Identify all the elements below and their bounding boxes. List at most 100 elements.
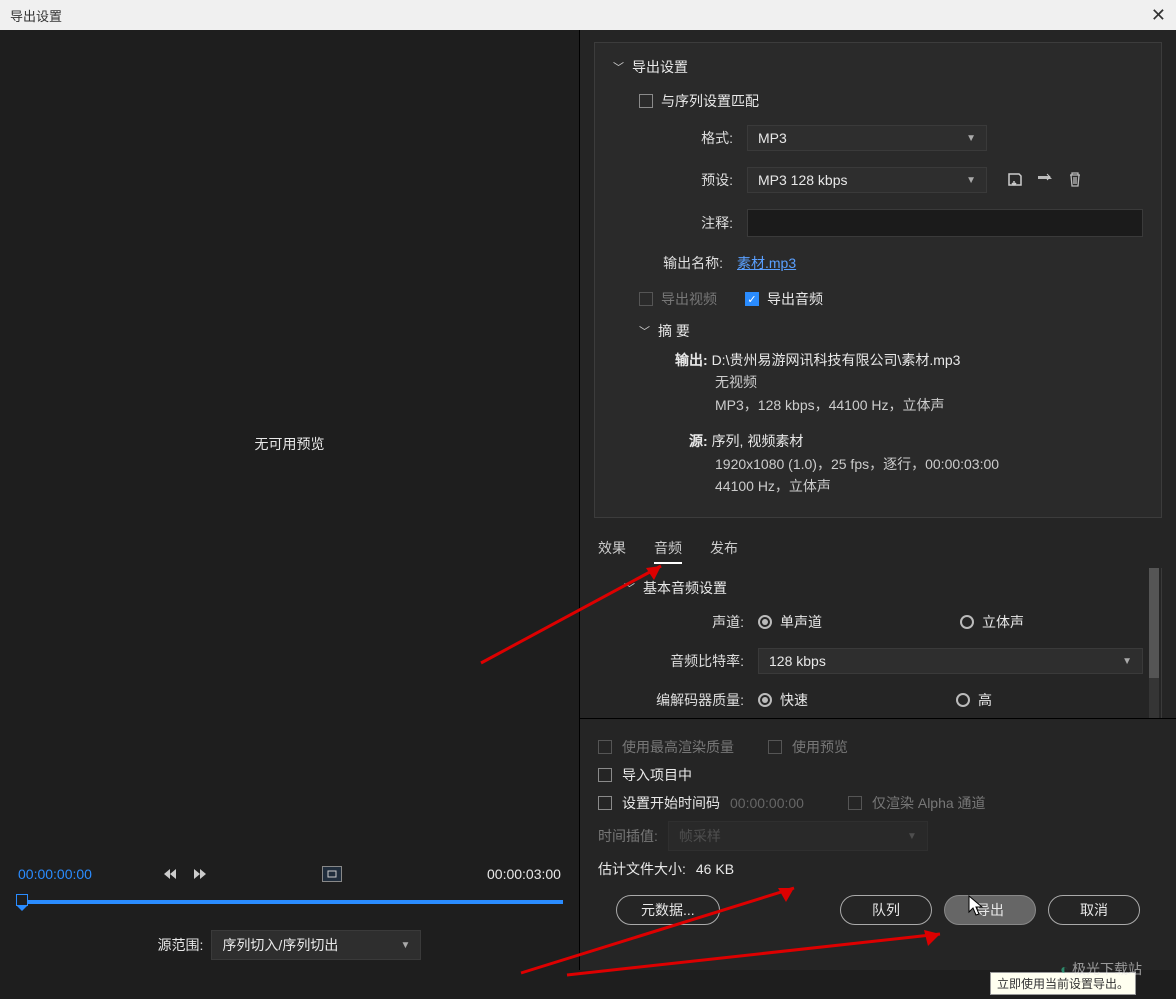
summary-output-label: 输出: [675, 352, 708, 368]
export-section-header[interactable]: ﹀ 导出设置 [613, 57, 1143, 77]
match-sequence-row[interactable]: 与序列设置匹配 [639, 91, 1143, 111]
playhead-icon[interactable] [16, 894, 28, 910]
bitrate-value: 128 kbps [769, 653, 826, 669]
start-tc-label: 设置开始时间码 [622, 793, 720, 813]
format-value: MP3 [758, 130, 787, 146]
metadata-button[interactable]: 元数据... [616, 895, 720, 925]
save-preset-icon[interactable] [1005, 170, 1025, 190]
channels-label: 声道: [644, 612, 744, 632]
export-video-row: 导出视频 [639, 289, 717, 309]
export-audio-checkbox[interactable]: ✓ [745, 292, 759, 306]
audio-section-title: 基本音频设置 [643, 578, 727, 598]
source-range-value: 序列切入/序列切出 [222, 935, 338, 955]
chevron-down-icon: ﹀ [639, 323, 650, 339]
cursor-icon [968, 895, 984, 917]
format-select[interactable]: MP3 ▼ [747, 125, 987, 151]
summary-source-label: 源: [689, 433, 708, 449]
export-button[interactable]: 导出 [944, 895, 1036, 925]
in-timecode[interactable]: 00:00:00:00 [18, 866, 92, 882]
format-label: 格式: [659, 128, 733, 148]
max-quality-checkbox [598, 740, 612, 754]
render-alpha-label: 仅渲染 Alpha 通道 [872, 793, 986, 813]
tabs: 效果 音频 发布 [580, 526, 1176, 568]
summary-output-audio: MP3，128 kbps，44100 Hz，立体声 [715, 394, 1143, 416]
watermark: ◐ 极光下载站 [1060, 959, 1142, 979]
high-radio[interactable]: 高 [956, 690, 992, 710]
export-video-checkbox [639, 292, 653, 306]
output-name-link[interactable]: 素材.mp3 [737, 253, 796, 273]
interp-value: 帧采样 [679, 826, 721, 846]
preset-value: MP3 128 kbps [758, 172, 848, 188]
start-tc-checkbox[interactable] [598, 796, 612, 810]
stereo-radio[interactable]: 立体声 [960, 612, 1024, 632]
summary-header[interactable]: ﹀ 摘 要 [639, 321, 1143, 341]
summary-title: 摘 要 [658, 321, 690, 341]
prev-mark-icon[interactable] [164, 869, 176, 879]
max-quality-label: 使用最高渲染质量 [622, 737, 734, 757]
preview-pane: 无可用预览 00:00:00:00 00:00:03:00 源范围: 序列切入/… [0, 30, 580, 970]
chevron-down-icon: ▼ [1122, 656, 1132, 667]
titlebar: 导出设置 ✕ [0, 0, 1176, 30]
chevron-down-icon: ▼ [907, 831, 917, 842]
comment-input[interactable] [747, 209, 1143, 237]
export-audio-row[interactable]: ✓ 导出音频 [745, 289, 823, 309]
summary-source-line1: 序列, 视频素材 [712, 433, 804, 449]
out-timecode: 00:00:03:00 [487, 866, 561, 882]
tab-audio[interactable]: 音频 [654, 538, 682, 564]
audio-section-header[interactable]: ﹀ 基本音频设置 [624, 578, 1143, 598]
no-preview-label: 无可用预览 [255, 434, 325, 454]
export-audio-label: 导出音频 [767, 289, 823, 309]
comment-label: 注释: [659, 213, 733, 233]
filesize-value: 46 KB [696, 861, 734, 877]
render-alpha-checkbox [848, 796, 862, 810]
audio-panel: ﹀ 基本音频设置 声道: 单声道 立体声 音频比特率: 128 kbps ▼ [580, 568, 1162, 718]
chevron-down-icon: ▼ [401, 940, 411, 951]
chevron-down-icon: ﹀ [624, 580, 635, 596]
start-tc-value: 00:00:00:00 [730, 795, 804, 811]
interp-label: 时间插值: [598, 826, 658, 846]
export-settings-panel: ﹀ 导出设置 与序列设置匹配 格式: MP3 ▼ 预设: MP3 128 kbp… [594, 42, 1162, 518]
summary-output-path: D:\贵州易游网讯科技有限公司\素材.mp3 [712, 352, 961, 368]
match-sequence-label: 与序列设置匹配 [661, 91, 759, 111]
next-mark-icon[interactable] [194, 869, 206, 879]
chevron-down-icon: ﹀ [613, 59, 624, 75]
import-project-label: 导入项目中 [622, 765, 692, 785]
mono-radio[interactable]: 单声道 [758, 612, 822, 632]
tab-effects[interactable]: 效果 [598, 538, 626, 564]
aspect-icon[interactable] [322, 866, 342, 882]
bitrate-select[interactable]: 128 kbps ▼ [758, 648, 1143, 674]
tab-publish[interactable]: 发布 [710, 538, 738, 564]
export-video-label: 导出视频 [661, 289, 717, 309]
timeline[interactable] [16, 894, 563, 912]
codec-quality-label: 编解码器质量: [644, 690, 744, 710]
interp-select: 帧采样 ▼ [668, 821, 928, 851]
filesize-label: 估计文件大小: [598, 859, 686, 879]
import-project-checkbox[interactable] [598, 768, 612, 782]
scrollbar[interactable] [1149, 568, 1159, 718]
summary-source-line2: 1920x1080 (1.0)，25 fps，逐行，00:00:03:00 [715, 453, 1143, 475]
bitrate-label: 音频比特率: [644, 651, 744, 671]
window-title: 导出设置 [10, 6, 62, 25]
bottom-panel: 使用最高渲染质量 使用预览 导入项目中 设置开始时间码 00:00:00:00 … [580, 718, 1176, 935]
export-section-title: 导出设置 [632, 57, 688, 77]
cancel-button[interactable]: 取消 [1048, 895, 1140, 925]
summary-output-video: 无视频 [715, 371, 1143, 393]
preset-label: 预设: [659, 170, 733, 190]
preset-select[interactable]: MP3 128 kbps ▼ [747, 167, 987, 193]
output-name-label: 输出名称: [639, 253, 723, 273]
chevron-down-icon: ▼ [966, 175, 976, 186]
close-icon[interactable]: ✕ [1151, 5, 1166, 26]
use-preview-checkbox [768, 740, 782, 754]
fast-radio[interactable]: 快速 [758, 690, 808, 710]
match-sequence-checkbox[interactable] [639, 94, 653, 108]
queue-button[interactable]: 队列 [840, 895, 932, 925]
preview-placeholder: 无可用预览 [0, 30, 579, 858]
settings-pane: ﹀ 导出设置 与序列设置匹配 格式: MP3 ▼ 预设: MP3 128 kbp… [580, 30, 1176, 970]
import-preset-icon[interactable] [1035, 170, 1055, 190]
use-preview-label: 使用预览 [792, 737, 848, 757]
source-range-label: 源范围: [158, 935, 204, 955]
chevron-down-icon: ▼ [966, 133, 976, 144]
trash-icon[interactable] [1065, 170, 1085, 190]
source-range-select[interactable]: 序列切入/序列切出 ▼ [211, 930, 421, 960]
summary-source-line3: 44100 Hz，立体声 [715, 475, 1143, 497]
